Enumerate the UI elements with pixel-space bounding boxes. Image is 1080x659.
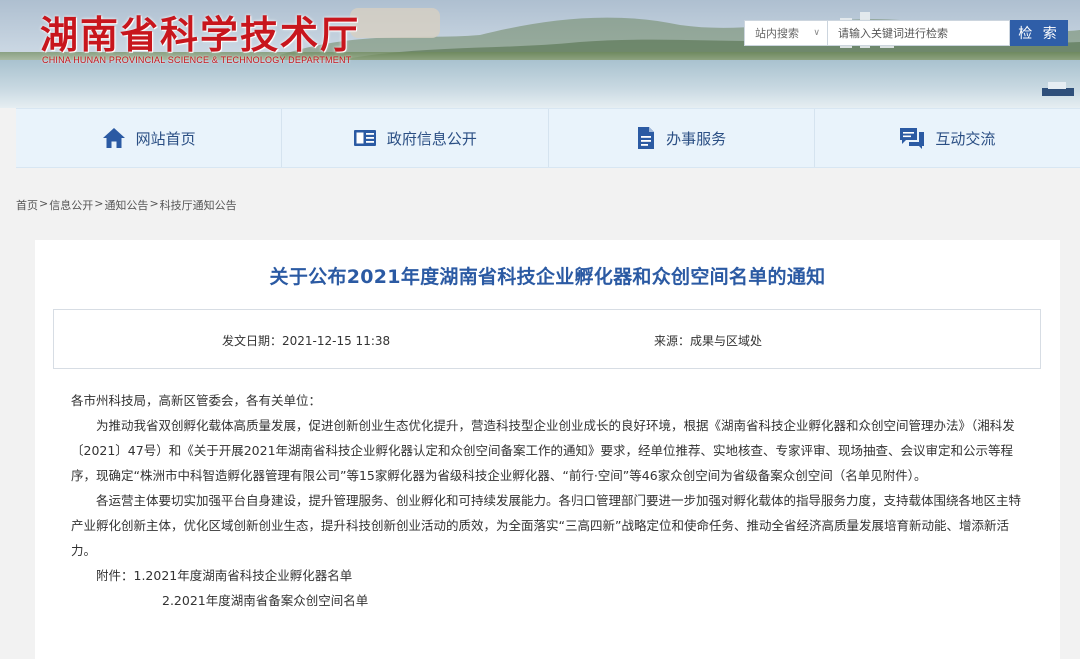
nav-item-services[interactable]: 办事服务 — [549, 109, 815, 167]
search-input[interactable] — [828, 20, 1010, 46]
article-meta: 发文日期：2021-12-15 11:38 来源：成果与区域处 — [53, 309, 1041, 369]
page: 湖南省科学技术厅 CHINA HUNAN PROVINCIAL SCIENCE … — [0, 0, 1080, 659]
article-body: 各市州科技局，高新区管委会，各有关单位： 为推动我省双创孵化载体高质量发展，促进… — [71, 388, 1025, 613]
breadcrumb-home[interactable]: 首页 — [16, 197, 38, 213]
home-icon — [102, 128, 125, 148]
site-subtitle: CHINA HUNAN PROVINCIAL SCIENCE & TECHNOL… — [42, 55, 352, 65]
search-scope-label: 站内搜索 — [755, 27, 799, 40]
search-button[interactable]: 检 索 — [1010, 20, 1068, 46]
main-nav: 网站首页 政府信息公开 办事服务 互动交流 — [16, 108, 1080, 168]
breadcrumb-info[interactable]: 信息公开 — [49, 197, 93, 213]
nav-item-home[interactable]: 网站首页 — [16, 109, 283, 167]
paragraph-1: 为推动我省双创孵化载体高质量发展，促进创新创业生态优化提升，营造科技型企业创业成… — [71, 418, 1015, 483]
chat-icon — [900, 128, 925, 149]
breadcrumb-separator: > — [39, 197, 49, 210]
article-title: 关于公布2021年度湖南省科技企业孵化器和众创空间名单的通知 — [269, 266, 826, 288]
header-banner: 湖南省科学技术厅 CHINA HUNAN PROVINCIAL SCIENCE … — [0, 0, 1080, 108]
site-title: 湖南省科学技术厅 — [40, 12, 361, 57]
ship-icon — [1042, 82, 1074, 96]
salutation: 各市州科技局，高新区管委会，各有关单位： — [71, 393, 322, 408]
breadcrumb-separator: > — [94, 197, 104, 210]
paragraph-2: 各运营主体要切实加强平台自身建设，提升管理服务、创业孵化和可持续发展能力。各归口… — [71, 493, 1022, 558]
nav-item-gov-info[interactable]: 政府信息公开 — [282, 109, 549, 167]
article-source: 来源：成果与区域处 — [654, 334, 763, 348]
search-scope-select[interactable]: 站内搜索 ∨ — [744, 20, 828, 46]
nav-item-label: 办事服务 — [666, 129, 727, 148]
breadcrumb-separator: > — [149, 197, 159, 210]
breadcrumb-dept-notices[interactable]: 科技厅通知公告 — [160, 197, 237, 213]
nav-item-interaction[interactable]: 互动交流 — [815, 109, 1080, 167]
chevron-down-icon: ∨ — [813, 28, 820, 38]
publish-date: 发文日期：2021-12-15 11:38 — [222, 334, 391, 348]
article-panel: 关于公布2021年度湖南省科技企业孵化器和众创空间名单的通知 发文日期：2021… — [35, 240, 1060, 659]
attachment-2[interactable]: 2.2021年度湖南省备案众创空间名单 — [71, 588, 1025, 613]
breadcrumb-notices[interactable]: 通知公告 — [104, 197, 148, 213]
breadcrumb: 首页 > 信息公开 > 通知公告 > 科技厅通知公告 — [16, 197, 237, 213]
search-bar: 站内搜索 ∨ 检 索 — [744, 20, 1068, 46]
nav-item-label: 政府信息公开 — [386, 129, 477, 148]
banner-water — [0, 60, 1080, 108]
document-icon — [638, 127, 655, 149]
nav-item-label: 互动交流 — [935, 129, 996, 148]
book-icon — [353, 130, 376, 146]
nav-item-label: 网站首页 — [135, 129, 196, 148]
attachment-1[interactable]: 附件：1.2021年度湖南省科技企业孵化器名单 — [71, 563, 1025, 588]
